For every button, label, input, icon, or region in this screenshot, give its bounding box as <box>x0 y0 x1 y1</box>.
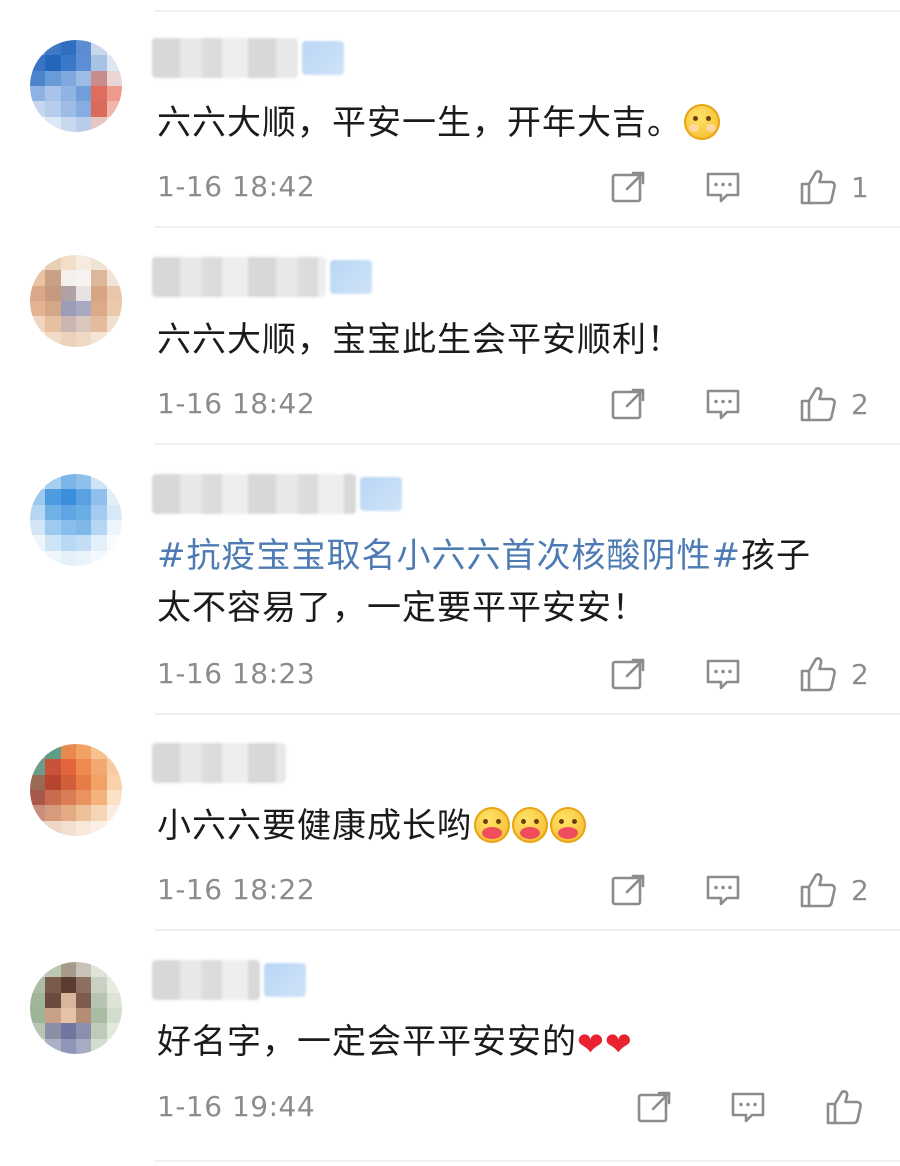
comment-meta: 1-16 19:44 <box>157 1087 870 1127</box>
reply-button[interactable] <box>730 1087 766 1127</box>
hug-face-emoji <box>474 807 510 843</box>
comment-time: 1-16 18:22 <box>157 873 316 906</box>
hug-face-emoji <box>512 807 548 843</box>
like-icon <box>800 873 836 908</box>
share-icon <box>637 1091 671 1123</box>
top-divider <box>155 10 900 12</box>
like-count: 2 <box>851 873 869 907</box>
comment-divider <box>155 713 900 715</box>
like-icon <box>800 170 836 205</box>
comment-divider <box>155 226 900 228</box>
like-icon <box>826 1090 862 1125</box>
reply-icon <box>706 172 740 203</box>
comment-meta: 1-16 18:23 2 <box>157 654 870 694</box>
share-button[interactable] <box>610 167 646 207</box>
like-count: 1 <box>851 170 869 204</box>
like-button[interactable] <box>825 1087 877 1127</box>
hug-face-emoji <box>550 807 586 843</box>
comment-time: 1-16 19:44 <box>157 1090 316 1123</box>
comment-meta: 1-16 18:22 2 <box>157 870 870 910</box>
comment-divider <box>155 929 900 931</box>
comment-divider <box>155 1160 900 1162</box>
red-heart-emoji: ❤ <box>604 1025 633 1063</box>
reply-button[interactable] <box>705 167 741 207</box>
red-heart-emoji: ❤ <box>577 1025 605 1063</box>
username-blurred[interactable] <box>152 474 402 514</box>
like-button[interactable]: 1 <box>799 167 869 207</box>
member-badge-icon <box>302 41 344 75</box>
avatar[interactable] <box>30 962 122 1054</box>
member-badge-icon <box>330 260 372 294</box>
member-badge-icon <box>264 963 306 997</box>
share-icon <box>611 658 645 690</box>
share-icon <box>611 171 645 203</box>
username-blurred[interactable] <box>152 743 286 783</box>
share-icon <box>611 388 645 420</box>
comment-text: 六六大顺，平安一生，开年大吉。 <box>157 97 870 149</box>
reply-icon <box>706 659 740 690</box>
like-button[interactable]: 2 <box>799 654 869 694</box>
comment-text: 小六六要健康成长哟 <box>157 800 870 852</box>
hashtag-link[interactable]: #抗疫宝宝取名小六六首次核酸阴性# <box>157 536 741 576</box>
avatar[interactable] <box>30 744 122 836</box>
comment-meta: 1-16 18:42 2 <box>157 384 870 424</box>
like-button[interactable]: 2 <box>799 384 869 424</box>
like-button[interactable]: 2 <box>799 870 869 910</box>
like-count: 2 <box>851 657 869 691</box>
share-button[interactable] <box>610 384 646 424</box>
reply-button[interactable] <box>705 654 741 694</box>
comment-time: 1-16 18:42 <box>157 170 316 203</box>
avatar[interactable] <box>30 474 122 566</box>
comment-divider <box>155 443 900 445</box>
share-button[interactable] <box>610 654 646 694</box>
shy-face-emoji <box>684 104 720 140</box>
share-button[interactable] <box>610 870 646 910</box>
comment-time: 1-16 18:42 <box>157 387 316 420</box>
share-button[interactable] <box>636 1087 672 1127</box>
comment-text: #抗疫宝宝取名小六六首次核酸阴性#孩子 太不容易了，一定要平平安安！ <box>157 536 811 628</box>
avatar[interactable] <box>30 255 122 347</box>
username-blurred[interactable] <box>152 960 306 1000</box>
comment-text: 六六大顺，宝宝此生会平安顺利！ <box>157 320 682 360</box>
comment-text: 好名字，一定会平平安安的❤❤ <box>157 1022 633 1063</box>
avatar[interactable] <box>30 40 122 132</box>
reply-button[interactable] <box>705 384 741 424</box>
like-icon <box>800 657 836 692</box>
comment-time: 1-16 18:23 <box>157 657 316 690</box>
like-icon <box>800 387 836 422</box>
comment-meta: 1-16 18:42 1 <box>157 167 870 207</box>
reply-icon <box>706 389 740 420</box>
reply-icon <box>706 875 740 906</box>
share-icon <box>611 874 645 906</box>
reply-button[interactable] <box>705 870 741 910</box>
username-blurred[interactable] <box>152 257 372 297</box>
reply-icon <box>731 1092 765 1123</box>
like-count: 2 <box>851 387 869 421</box>
username-blurred[interactable] <box>152 38 344 78</box>
member-badge-icon <box>360 477 402 511</box>
